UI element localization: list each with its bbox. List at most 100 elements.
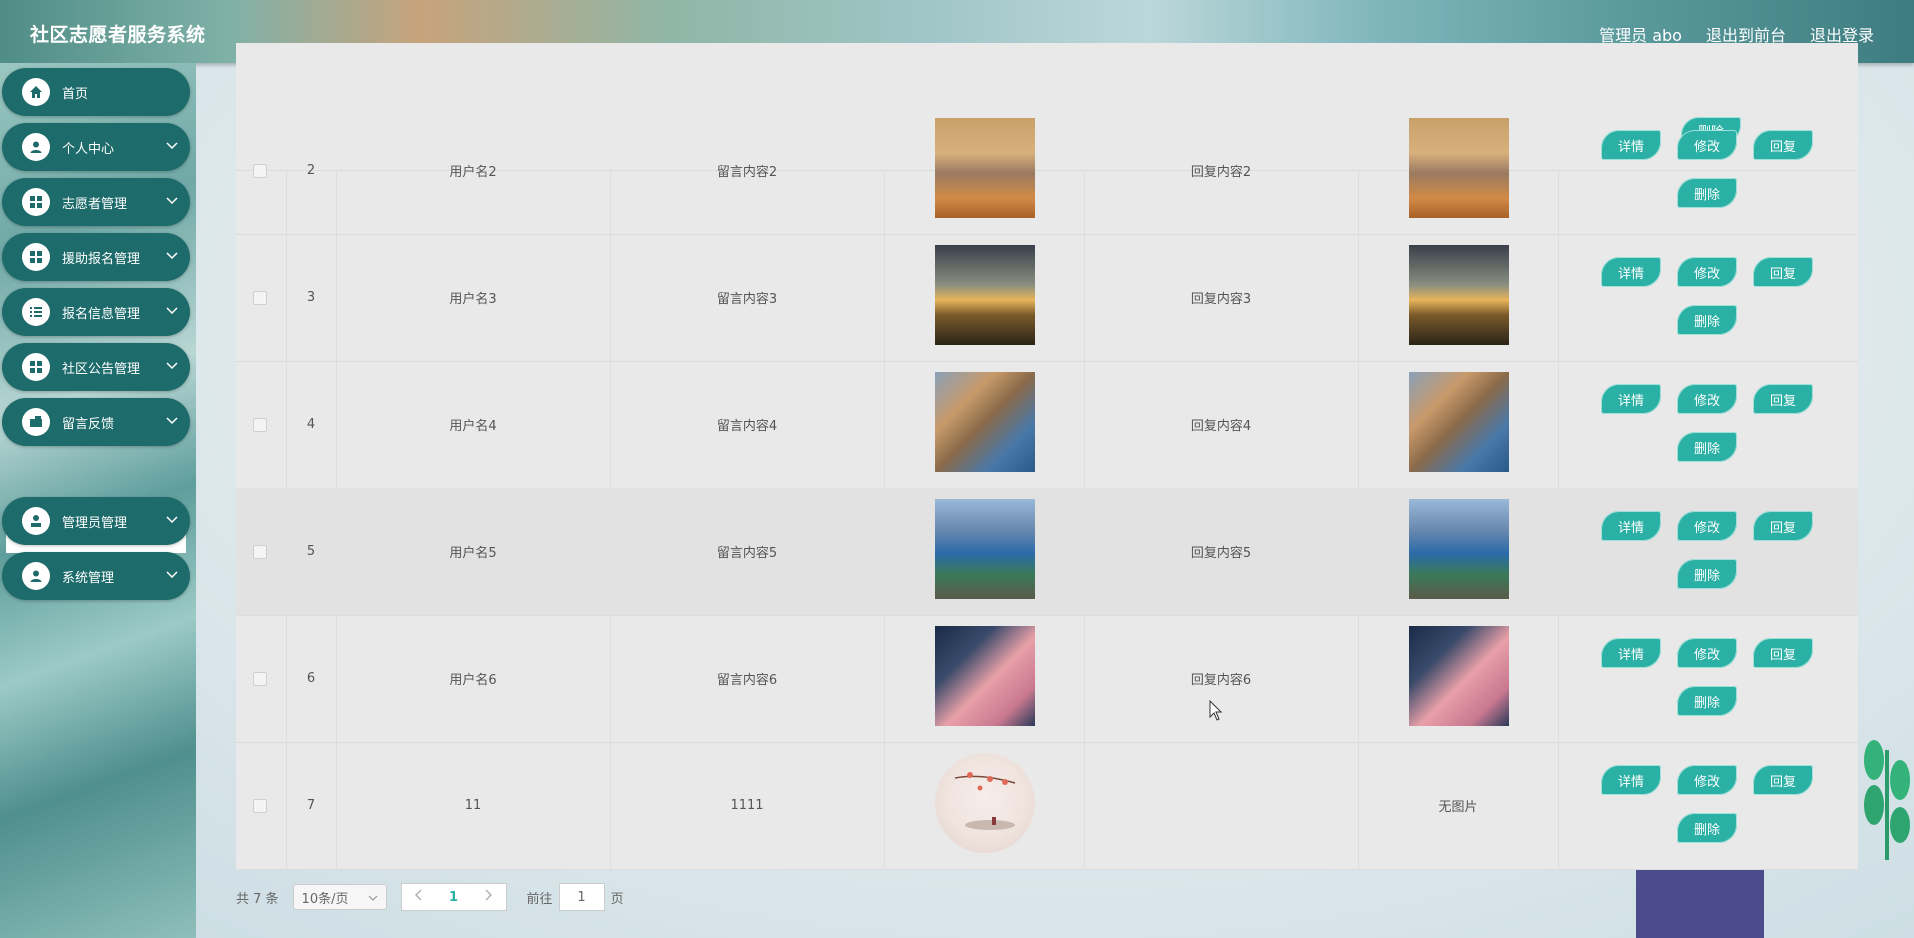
home-icon: [22, 78, 50, 106]
decorative-plant-icon: [1860, 730, 1914, 860]
sidebar-item-label: 首页: [62, 86, 89, 102]
row-checkbox[interactable]: [253, 418, 267, 432]
sidebar-item-home[interactable]: 首页: [2, 68, 190, 116]
grid-icon: [22, 243, 50, 271]
message-image-thumbnail[interactable]: [935, 245, 1035, 345]
chevron-down-icon: [166, 414, 178, 429]
sidebar: 首页 个人中心 志愿者管理 援助报名管理 报名信息管理 社区公告管理 留言反馈 …: [0, 63, 196, 938]
page-navigator: 1: [400, 883, 507, 911]
row-checkbox[interactable]: [253, 291, 267, 305]
sidebar-item-system-management[interactable]: 系统管理: [2, 552, 190, 600]
reply-button[interactable]: 回复: [1753, 384, 1813, 414]
next-page-icon[interactable]: [484, 889, 493, 905]
reply-image-thumbnail[interactable]: [1409, 372, 1509, 472]
row-index: 7: [306, 798, 316, 813]
row-checkbox[interactable]: [253, 799, 267, 813]
edit-button[interactable]: 修改: [1677, 130, 1737, 160]
username-cell: 11: [464, 798, 482, 813]
delete-button[interactable]: 删除: [1677, 813, 1737, 843]
detail-button[interactable]: 详情: [1601, 130, 1661, 160]
row-checkbox[interactable]: [253, 164, 267, 178]
reply-content-cell: 回复内容2: [1190, 165, 1252, 180]
message-image-thumbnail[interactable]: [935, 372, 1035, 472]
delete-button[interactable]: 删除: [1677, 559, 1737, 589]
current-page[interactable]: 1: [449, 890, 458, 905]
message-image-thumbnail[interactable]: [935, 753, 1035, 853]
sidebar-item-feedback[interactable]: 留言反馈: [2, 398, 190, 446]
table-row: 4 用户名4 留言内容4 回复内容4 详情 修改 回复 删除: [236, 361, 1858, 489]
sidebar-item-personal-center[interactable]: 个人中心: [2, 123, 190, 171]
reply-button[interactable]: 回复: [1753, 765, 1813, 795]
feedback-table: 删除 2 用户名2 留言内容2 回复内容2 详情 修改 回复 删除 3 用户名3…: [236, 43, 1858, 870]
reply-image-thumbnail[interactable]: [1409, 626, 1509, 726]
edit-button[interactable]: 修改: [1677, 638, 1737, 668]
chevron-down-icon: [166, 359, 178, 374]
admin-icon: [22, 507, 50, 535]
username-cell: 用户名5: [449, 546, 497, 561]
table-row: 3 用户名3 留言内容3 回复内容3 详情 修改 回复 删除: [236, 234, 1858, 362]
message-icon: [22, 408, 50, 436]
grid-icon: [22, 353, 50, 381]
grid-icon: [22, 188, 50, 216]
sidebar-item-signup-info-management[interactable]: 报名信息管理: [2, 288, 190, 336]
edit-button[interactable]: 修改: [1677, 765, 1737, 795]
no-image-text: 无图片: [1438, 800, 1478, 815]
row-index: 5: [306, 544, 316, 559]
reply-button[interactable]: 回复: [1753, 130, 1813, 160]
delete-button[interactable]: 删除: [1677, 686, 1737, 716]
reply-content-cell: 回复内容4: [1190, 419, 1252, 434]
table-row: 5 用户名5 留言内容5 回复内容5 详情 修改 回复 删除: [236, 488, 1858, 616]
reply-button[interactable]: 回复: [1753, 511, 1813, 541]
delete-button[interactable]: 删除: [1677, 178, 1737, 208]
edit-button[interactable]: 修改: [1677, 384, 1737, 414]
chevron-down-icon: [166, 139, 178, 154]
reply-content-cell: 回复内容5: [1190, 546, 1252, 561]
chevron-down-icon: [166, 304, 178, 319]
goto-page-input[interactable]: 1: [558, 883, 605, 911]
chevron-down-icon: [166, 568, 178, 583]
delete-button[interactable]: 删除: [1677, 432, 1737, 462]
detail-button[interactable]: 详情: [1601, 511, 1661, 541]
sidebar-item-aid-signup-management[interactable]: 援助报名管理: [2, 233, 190, 281]
message-image-thumbnail[interactable]: [935, 118, 1035, 218]
row-checkbox[interactable]: [253, 672, 267, 686]
edit-button[interactable]: 修改: [1677, 511, 1737, 541]
username-cell: 用户名6: [449, 673, 497, 688]
reply-image-thumbnail[interactable]: [1409, 245, 1509, 345]
detail-button[interactable]: 详情: [1601, 638, 1661, 668]
app-title: 社区志愿者服务系统: [30, 24, 206, 46]
sidebar-item-label: 社区公告管理: [62, 361, 141, 377]
reply-image-thumbnail[interactable]: [1409, 118, 1509, 218]
username-cell: 用户名2: [449, 165, 497, 180]
row-checkbox[interactable]: [253, 545, 267, 559]
sidebar-item-admin-management[interactable]: 管理员管理: [2, 497, 190, 545]
edit-button[interactable]: 修改: [1677, 257, 1737, 287]
message-content-cell: 留言内容6: [716, 673, 778, 688]
reply-button[interactable]: 回复: [1753, 257, 1813, 287]
reply-button[interactable]: 回复: [1753, 638, 1813, 668]
prev-page-icon[interactable]: [414, 889, 423, 905]
decorative-plant-pot: [1636, 870, 1764, 938]
message-image-thumbnail[interactable]: [935, 499, 1035, 599]
message-content-cell: 留言内容2: [716, 165, 778, 180]
pagination: 共 7 条 10条/页 1 前往 1 页: [236, 882, 624, 912]
delete-button[interactable]: 删除: [1677, 305, 1737, 335]
detail-button[interactable]: 详情: [1601, 257, 1661, 287]
sidebar-item-community-notice-management[interactable]: 社区公告管理: [2, 343, 190, 391]
table-row: 7 11 1111 无图片 详情 修改 回复 删除: [236, 742, 1858, 870]
chevron-down-icon: [166, 194, 178, 209]
detail-button[interactable]: 详情: [1601, 384, 1661, 414]
reply-content-cell: [1084, 742, 1358, 869]
chevron-down-icon: [166, 513, 178, 528]
sidebar-item-label: 志愿者管理: [62, 196, 128, 212]
list-icon: [22, 298, 50, 326]
sidebar-item-label: 系统管理: [62, 570, 115, 586]
user-icon: [22, 562, 50, 590]
detail-button[interactable]: 详情: [1601, 765, 1661, 795]
message-content-cell: 留言内容4: [716, 419, 778, 434]
row-index: 2: [306, 163, 316, 178]
message-image-thumbnail[interactable]: [935, 626, 1035, 726]
reply-image-thumbnail[interactable]: [1409, 499, 1509, 599]
page-size-select[interactable]: 10条/页: [292, 884, 387, 910]
sidebar-item-volunteer-management[interactable]: 志愿者管理: [2, 178, 190, 226]
